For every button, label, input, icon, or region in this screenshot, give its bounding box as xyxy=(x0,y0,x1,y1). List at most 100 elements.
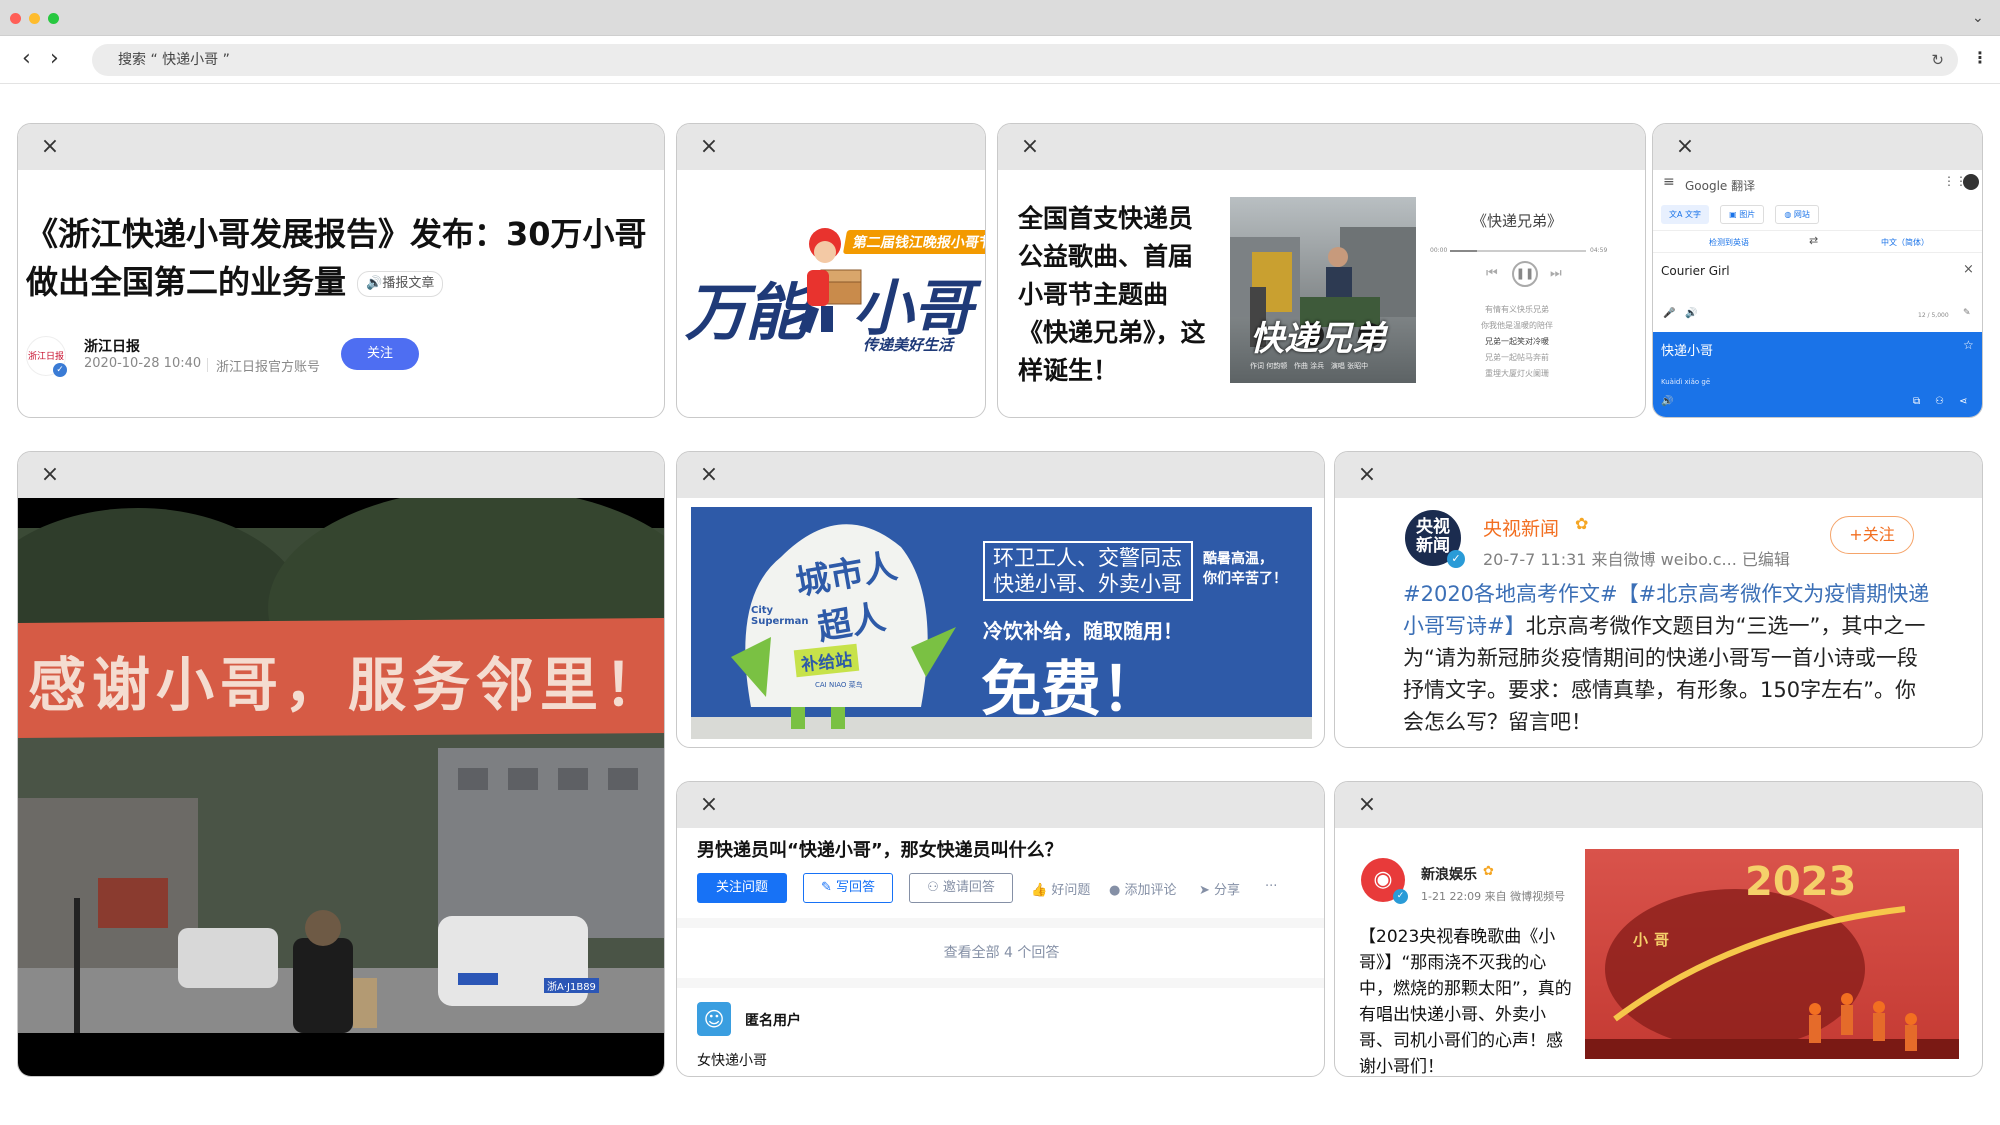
listen-icon[interactable]: 🔊 xyxy=(1661,396,1673,407)
minimize-window-button[interactable] xyxy=(29,13,40,24)
follow-question-button[interactable]: 关注问题 xyxy=(697,873,787,903)
card-header: × xyxy=(677,782,1324,828)
forward-icon[interactable]: › xyxy=(50,46,59,71)
more-icon[interactable]: ⋮ xyxy=(1972,48,1988,67)
search-query-text: 搜索 “ 快递小哥 ” xyxy=(118,52,230,68)
write-answer-label: 写回答 xyxy=(836,880,876,895)
post-meta: 20-7-7 11:31 来自微博 weibo.c... 已编辑 xyxy=(1483,550,1790,569)
festival-banner: 第二届钱江晚报小哥节 xyxy=(842,230,985,254)
time-start: 00:00 xyxy=(1430,247,1448,254)
card-header: × xyxy=(998,124,1645,170)
target-language[interactable]: 中文（简体） xyxy=(1881,237,1929,248)
tab-text-label: 文字 xyxy=(1685,210,1702,219)
close-icon[interactable]: × xyxy=(1675,136,1695,158)
close-icon[interactable]: × xyxy=(1357,794,1377,816)
lyric-line: 你我他是温暖的陪伴 xyxy=(1481,321,1553,330)
view-all-answers[interactable]: 查看全部 4 个回答 xyxy=(677,942,1324,962)
menu-icon[interactable]: ≡ xyxy=(1663,174,1675,190)
close-window-button[interactable] xyxy=(10,13,21,24)
tab-text[interactable]: 文A 文字 xyxy=(1661,205,1710,224)
reload-icon[interactable]: ↻ xyxy=(1931,44,1944,76)
next-icon[interactable]: ⏭ xyxy=(1550,266,1562,281)
source-language[interactable]: 检测到英语 xyxy=(1709,237,1749,248)
player-title: 《快递兄弟》 xyxy=(1471,212,1562,230)
song-article-text[interactable]: 全国首支快递员公益歌曲、首届小哥节主题曲《快递兄弟》，这样诞生！ xyxy=(1018,200,1208,390)
logo-text: 浙江日报 xyxy=(27,352,64,362)
video-thumbnail[interactable]: 2023 小哥 xyxy=(1585,849,1959,1059)
lyric-line: 有情有义快乐兄弟 xyxy=(1485,305,1549,314)
prev-icon[interactable]: ⏮ xyxy=(1486,266,1498,281)
feedback-icon[interactable]: ⚇ xyxy=(1935,396,1944,407)
card-header: × xyxy=(1653,124,1982,170)
star-icon[interactable]: ☆ xyxy=(1963,338,1974,352)
card-header: × xyxy=(18,124,664,170)
result-text[interactable]: 快递小哥 xyxy=(1661,340,1713,359)
close-icon[interactable]: × xyxy=(40,464,60,486)
publisher-name[interactable]: 浙江日报 xyxy=(84,336,140,356)
clear-input-icon[interactable]: × xyxy=(1963,262,1974,277)
pause-button[interactable]: ❚❚ xyxy=(1512,261,1538,287)
progress-track[interactable] xyxy=(1450,250,1586,252)
cainiao-logo: CAI NIAO 菜鸟 xyxy=(815,681,863,689)
meta-divider xyxy=(207,358,208,372)
close-icon[interactable]: × xyxy=(699,464,719,486)
verified-icon: ✓ xyxy=(1393,889,1408,904)
share-action[interactable]: ➤ 分享 xyxy=(1199,879,1240,898)
close-icon[interactable]: × xyxy=(699,794,719,816)
mic-icon[interactable]: 🎤 xyxy=(1663,308,1675,319)
publish-datetime: 2020-10-28 10:40 xyxy=(84,356,202,371)
card-supply-poster: × 城市人 超人 City Superman 补给站 CAI NIAO 菜鸟 环… xyxy=(676,451,1325,748)
share-icon[interactable]: ⋖ xyxy=(1959,396,1967,407)
card-wanneng-xiaoge: × 第二届钱江晚报小哥节 万能 小哥 传递美好生活 xyxy=(676,123,986,418)
cctv-avatar[interactable]: 央视新闻 ✓ xyxy=(1405,510,1465,568)
address-bar[interactable]: 搜索 “ 快递小哥 ” ↻ xyxy=(92,44,1958,76)
article-headline[interactable]: 《浙江快递小哥发展报告》发布：30万小哥做出全国第二的业务量 🔊播报文章 xyxy=(26,210,662,306)
invite-answer-button[interactable]: ⚇ 邀请回答 xyxy=(909,873,1013,903)
follow-button[interactable]: 关注 xyxy=(341,338,419,370)
avatar[interactable]: ☺ xyxy=(697,1002,731,1036)
video-year: 2023 xyxy=(1745,859,1857,905)
chevron-down-icon[interactable]: ⌄ xyxy=(1972,10,1984,26)
close-icon[interactable]: × xyxy=(1357,464,1377,486)
source-text-input[interactable]: Courier Girl xyxy=(1661,264,1730,278)
account-name[interactable]: 央视新闻 xyxy=(1483,514,1559,541)
tab-website-label: 网站 xyxy=(1793,210,1810,219)
post-meta: 1-21 22:09 来自 微博视频号 xyxy=(1421,890,1566,903)
question-title[interactable]: 男快递员叫“快递小哥”，那女快递员叫什么？ xyxy=(697,836,1063,862)
answer-user[interactable]: 匿名用户 xyxy=(745,1010,801,1030)
poster-image: 城市人 超人 City Superman 补给站 CAI NIAO 菜鸟 环卫工… xyxy=(691,507,1312,739)
slogan-text: 传递美好生活 xyxy=(863,336,954,354)
account-name[interactable]: 新浪娱乐 xyxy=(1421,864,1477,884)
swap-languages-icon[interactable]: ⇄ xyxy=(1809,234,1818,247)
credit-singer: 演唱 张昭中 xyxy=(1330,362,1369,370)
answer-text[interactable]: 女快递小哥 xyxy=(697,1050,767,1070)
video-title: 小哥 xyxy=(1633,931,1676,949)
copy-icon[interactable]: ⧉ xyxy=(1913,396,1920,407)
close-icon[interactable]: × xyxy=(699,136,719,158)
add-comment-action[interactable]: ● 添加评论 xyxy=(1109,879,1177,898)
badge-icon: ✿ xyxy=(1483,864,1494,879)
write-answer-button[interactable]: ✎ 写回答 xyxy=(803,873,893,903)
tab-website[interactable]: ◍ 网站 xyxy=(1775,205,1819,224)
card-weibo-cctv: × 央视新闻 ✓ 央视新闻 ✿ 20-7-7 11:31 来自微博 weibo.… xyxy=(1334,451,1983,748)
listen-article-button[interactable]: 🔊播报文章 xyxy=(357,271,444,297)
maximize-window-button[interactable] xyxy=(48,13,59,24)
edit-icon[interactable]: ✎ xyxy=(1963,308,1971,318)
speaker-icon[interactable]: 🔊 xyxy=(1685,308,1697,319)
more-action[interactable]: ··· xyxy=(1265,879,1277,894)
card-header: × xyxy=(1335,452,1982,498)
post-body[interactable]: 【2023央视春晚歌曲《小哥》】“那雨浇不灭我的心中，燃烧的那颗太阳”，真的有唱… xyxy=(1359,924,1577,1076)
follow-button[interactable]: +关注 xyxy=(1830,516,1914,554)
listen-label: 播报文章 xyxy=(382,276,435,291)
close-icon[interactable]: × xyxy=(1020,136,1040,158)
post-body[interactable]: #2020各地高考作文#【#北京高考微作文为疫情期快递小哥写诗#】北京高考微作文… xyxy=(1403,578,1933,738)
close-icon[interactable]: × xyxy=(40,136,60,158)
profile-icon[interactable] xyxy=(1963,174,1979,190)
cover-title: 快递兄弟 xyxy=(1250,319,1386,359)
tab-image[interactable]: ▣ 图片 xyxy=(1720,205,1765,224)
back-icon[interactable]: ‹ xyxy=(22,46,31,71)
good-question-action[interactable]: 👍 好问题 xyxy=(1031,879,1090,898)
sina-avatar[interactable]: ◉ ✓ xyxy=(1361,858,1408,904)
card-street-photo: × 感谢小哥，服务邻里！ 浙A·J1B89 xyxy=(17,451,665,1077)
banner-text: 感谢小哥，服务邻里！ xyxy=(28,651,665,719)
